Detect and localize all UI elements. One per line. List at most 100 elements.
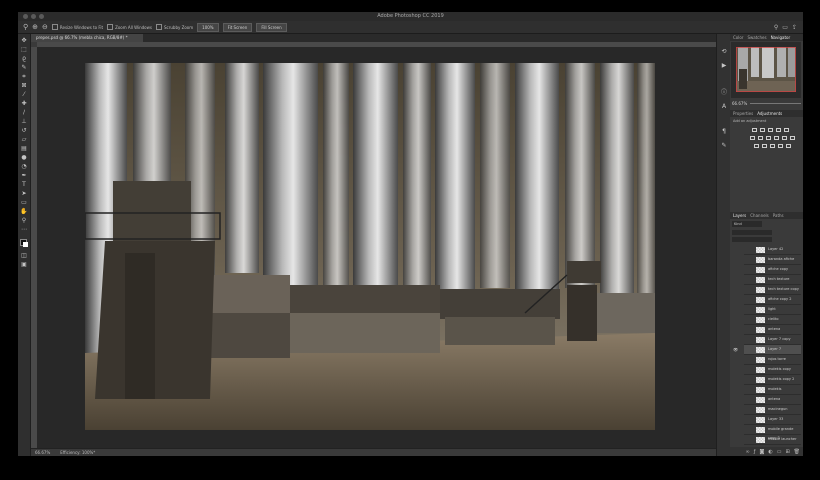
curves-adjustment-icon[interactable] (768, 128, 773, 132)
pen-tool-icon[interactable]: ✒ (20, 172, 28, 179)
move-tool-icon[interactable]: ✥ (20, 37, 28, 44)
path-select-tool-icon[interactable]: ➤ (20, 190, 28, 197)
zoom-all-windows-checkbox[interactable]: Zoom All Windows (107, 24, 152, 30)
layer-row[interactable]: Layer 7 copy (744, 335, 801, 345)
scrubby-zoom-checkbox[interactable]: Scrubby Zoom (155, 24, 193, 30)
zoom-tool-icon[interactable]: ⚲ (20, 217, 28, 224)
zoom-in-icon[interactable]: ⊕ (32, 23, 38, 31)
layer-row[interactable]: molekis copy 2 (744, 375, 801, 385)
quick-mask-icon[interactable]: ◫ (20, 252, 28, 259)
vibrance-adjustment-icon[interactable] (784, 128, 789, 132)
exposure-adjustment-icon[interactable] (776, 128, 781, 132)
dodge-tool-icon[interactable]: ◔ (20, 163, 28, 170)
new-group-icon[interactable]: ▭ (777, 449, 782, 455)
layer-filter-select[interactable]: Kind (732, 221, 762, 227)
hue-saturation-adjustment-icon[interactable] (750, 136, 755, 140)
new-layer-icon[interactable]: ⊞ (785, 449, 789, 455)
screen-mode-icon[interactable]: ▣ (20, 261, 28, 268)
zoom-100-button[interactable]: 100% (197, 22, 219, 32)
crop-tool-icon[interactable]: ⌗ (20, 73, 28, 80)
layer-row[interactable]: macinegun (744, 405, 801, 415)
layer-row[interactable]: light (744, 305, 801, 315)
tab-paths[interactable]: Paths (773, 213, 784, 218)
layer-row[interactable]: baranda afiche (744, 255, 801, 265)
navigator-preview[interactable] (736, 47, 796, 92)
blur-tool-icon[interactable]: ● (20, 154, 28, 161)
layer-row[interactable]: afiche copy (744, 265, 801, 275)
layer-row[interactable]: missile launcher copy (744, 435, 801, 450)
zoom-tool-icon[interactable]: ⚲ (23, 23, 28, 31)
color-balance-adjustment-icon[interactable] (758, 136, 763, 140)
shape-tool-icon[interactable]: ▭ (20, 199, 28, 206)
healing-tool-icon[interactable]: ✚ (20, 100, 28, 107)
tab-channels[interactable]: Channels (750, 213, 769, 218)
resize-windows-checkbox[interactable]: Resize Windows to Fit (51, 24, 103, 30)
brightness-adjustment-icon[interactable] (752, 128, 757, 132)
gradient-map-adjustment-icon[interactable] (778, 144, 783, 148)
selective-color-adjustment-icon[interactable] (786, 144, 791, 148)
layer-row[interactable]: antena (744, 325, 801, 335)
zoom-out-icon[interactable]: ⊖ (42, 23, 48, 31)
layer-row[interactable]: molekis copy (744, 365, 801, 375)
layer-row[interactable]: antena (744, 395, 801, 405)
lock-controls[interactable] (732, 237, 772, 242)
history-icon[interactable]: ⟲ (720, 48, 728, 55)
fit-screen-button[interactable]: Fit Screen (222, 22, 253, 32)
share-icon[interactable]: ⇪ (792, 24, 797, 31)
layer-row[interactable]: Layer 33 (744, 415, 801, 425)
tab-layers[interactable]: Layers (733, 213, 746, 218)
fill-screen-button[interactable]: Fill Screen (256, 22, 287, 32)
tab-adjustments[interactable]: Adjustments (757, 111, 782, 116)
type-tool-icon[interactable]: T (20, 181, 28, 188)
more-tools-icon[interactable]: ⋯ (20, 226, 28, 233)
blend-mode-select[interactable] (732, 230, 772, 235)
levels-adjustment-icon[interactable] (760, 128, 765, 132)
quick-select-tool-icon[interactable]: ✎ (20, 64, 28, 71)
new-fill-layer-icon[interactable]: ◐ (768, 449, 772, 455)
link-layers-icon[interactable]: ∞ (746, 449, 750, 455)
layer-row[interactable]: molekis (744, 385, 801, 395)
layer-row[interactable]: mobile grande copy 3 (744, 425, 801, 440)
delete-layer-icon[interactable]: 🗑 (794, 449, 800, 455)
posterize-adjustment-icon[interactable] (762, 144, 767, 148)
document-tab[interactable]: prepes.psd @ 66.7% (mebla chica, RGB/8#)… (31, 34, 143, 42)
layer-row[interactable]: cielito (744, 315, 801, 325)
character-icon[interactable]: A (720, 103, 728, 110)
zoom-readout[interactable]: 66.67% (35, 450, 50, 455)
frame-tool-icon[interactable]: ⊠ (20, 82, 28, 89)
actions-icon[interactable]: ▶ (720, 62, 728, 69)
hand-tool-icon[interactable]: ✋ (20, 208, 28, 215)
add-mask-icon[interactable]: ◙ (759, 449, 764, 455)
layer-row[interactable]: tech texture (744, 275, 801, 285)
layer-row[interactable]: 👁 Layer 7 (733, 345, 801, 355)
workspace-icon[interactable]: ▭ (782, 24, 788, 31)
tab-swatches[interactable]: Swatches (747, 35, 766, 40)
layer-row[interactable]: tech texture copy (744, 285, 801, 295)
brushes-icon[interactable]: ✎ (720, 142, 728, 149)
marquee-tool-icon[interactable]: ⬚ (20, 46, 28, 53)
threshold-adjustment-icon[interactable] (770, 144, 775, 148)
invert-adjustment-icon[interactable] (754, 144, 759, 148)
layer-row[interactable]: rojos torre (744, 355, 801, 365)
efficiency-readout[interactable]: Efficiency: 100%* (60, 450, 95, 455)
canvas-area[interactable] (37, 47, 716, 448)
black-white-adjustment-icon[interactable] (766, 136, 771, 140)
navigator-zoom[interactable]: 66.67% (732, 101, 747, 106)
navigator-zoom-slider[interactable] (750, 103, 801, 104)
lasso-tool-icon[interactable]: ϱ (20, 55, 28, 62)
eyedropper-tool-icon[interactable]: ⁄ (20, 91, 28, 98)
channel-mixer-adjustment-icon[interactable] (782, 136, 787, 140)
fx-icon[interactable]: ƒ (754, 449, 756, 455)
tab-properties[interactable]: Properties (733, 111, 753, 116)
tab-navigator[interactable]: Navigator (771, 35, 791, 40)
background-color-swatch[interactable] (23, 242, 28, 247)
info-icon[interactable]: ⓘ (720, 89, 728, 96)
stamp-tool-icon[interactable]: ⊥ (20, 118, 28, 125)
tab-color[interactable]: Color (733, 35, 743, 40)
paragraph-icon[interactable]: ¶ (720, 128, 728, 135)
search-icon[interactable]: ⚲ (774, 24, 778, 31)
layer-row[interactable]: afiche copy 2 (744, 295, 801, 305)
layer-row[interactable]: Layer 42 (744, 245, 801, 255)
history-brush-tool-icon[interactable]: ↺ (20, 127, 28, 134)
eraser-tool-icon[interactable]: ▱ (20, 136, 28, 143)
